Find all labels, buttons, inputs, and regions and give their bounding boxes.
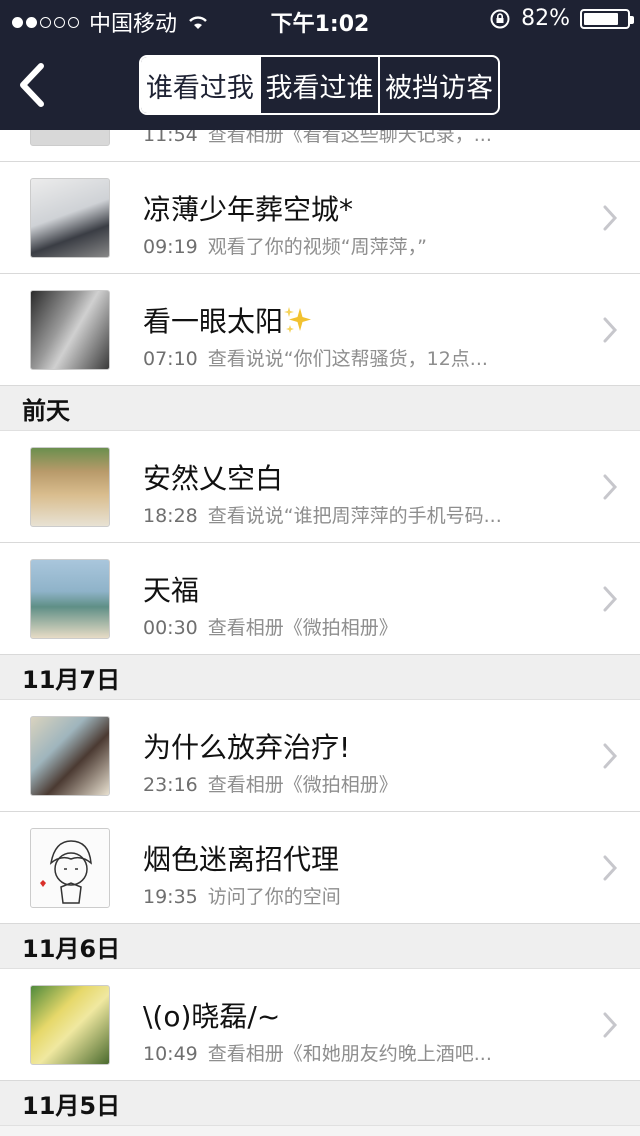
chevron-right-icon [603, 855, 618, 881]
visit-action: 查看相册《微拍相册》 [207, 617, 398, 639]
rotation-lock-icon [490, 9, 510, 28]
visit-detail: 00:30 查看相册《微拍相册》 [143, 613, 398, 640]
tab-who-i-viewed[interactable]: 我看过谁 [258, 57, 379, 113]
visitor-name: 为什么放弃治疗! [143, 731, 351, 764]
avatar [30, 447, 110, 527]
visit-time: 19:35 [143, 886, 198, 908]
visitor-name: \(o)晓磊/~ [143, 1000, 281, 1033]
visit-time: 00:30 [143, 617, 198, 639]
visitor-segmented-control: 谁看过我 我看过谁 被挡访客 [139, 55, 500, 115]
visitor-name: 看一眼太阳 [143, 300, 313, 340]
visit-detail: 23:16 查看相册《微拍相册》 [143, 770, 398, 797]
chevron-right-icon [603, 205, 618, 231]
battery-percent: 82% [521, 6, 570, 31]
visit-detail: 07:10 查看说说“你们这帮骚货，12点... [143, 344, 488, 371]
visit-detail: 10:49 查看相册《和她朋友约晚上酒吧... [143, 1039, 492, 1066]
list-item[interactable]: 看一眼太阳 07:10 查看说说“你们这帮骚货，12点... [0, 274, 640, 386]
visitor-name: 天福 [143, 574, 200, 607]
visit-action: 访问了你的空间 [207, 886, 341, 908]
chevron-left-icon [20, 63, 44, 107]
avatar [30, 985, 110, 1065]
tab-blocked-visitors[interactable]: 被挡访客 [378, 57, 498, 113]
visit-time: 18:28 [143, 505, 198, 527]
visit-detail: 18:28 查看说说“谁把周萍萍的手机号码... [143, 501, 502, 528]
avatar [30, 290, 110, 370]
list-item[interactable]: 11:54 查看相册《看看这些聊天记录，... [0, 130, 640, 162]
visit-time: 10:49 [143, 1043, 198, 1065]
battery-icon [580, 8, 634, 29]
visitor-name: 烟色迷离招代理 [143, 843, 340, 876]
nav-header: 中国移动 下午1:02 82% 谁看过我 我看过谁 被挡访客 [0, 0, 640, 130]
visitor-name: 安然乂空白 [143, 462, 284, 495]
list-item[interactable]: 安然乂空白 18:28 查看说说“谁把周萍萍的手机号码... [0, 431, 640, 543]
visit-detail: 09:19 观看了你的视频“周萍萍，” [143, 232, 427, 259]
cartoon-avatar-icon [40, 840, 92, 904]
avatar [30, 178, 110, 258]
chevron-right-icon [603, 317, 618, 343]
visit-action: 查看相册《和她朋友约晚上酒吧... [207, 1043, 492, 1065]
chevron-right-icon [603, 586, 618, 612]
date-section-header: 11月7日 [0, 655, 640, 700]
visit-time: 11:54 [143, 130, 198, 146]
visitor-name: 凉薄少年葬空城* [143, 193, 354, 226]
visit-detail: 11:54 查看相册《看看这些聊天记录，... [143, 130, 492, 147]
list-item[interactable]: 天福 00:30 查看相册《微拍相册》 [0, 543, 640, 655]
visit-action: 查看说说“你们这帮骚货，12点... [207, 348, 488, 370]
visit-action: 查看相册《看看这些聊天记录，... [207, 130, 492, 146]
visit-action: 观看了你的视频“周萍萍，” [207, 236, 427, 258]
avatar [30, 559, 110, 639]
avatar [30, 130, 110, 146]
chevron-right-icon [603, 474, 618, 500]
visit-detail: 19:35 访问了你的空间 [143, 882, 341, 909]
list-item[interactable]: 为什么放弃治疗! 23:16 查看相册《微拍相册》 [0, 700, 640, 812]
avatar [30, 716, 110, 796]
visitor-list: 11:54 查看相册《看看这些聊天记录，... 凉薄少年葬空城* 09:19 观看了… [0, 130, 640, 1126]
visit-time: 23:16 [143, 774, 198, 796]
list-item[interactable]: 凉薄少年葬空城* 09:19 观看了你的视频“周萍萍，” [0, 162, 640, 274]
date-section-header: 前天 [0, 386, 640, 431]
sparkles-icon [284, 307, 312, 333]
visit-time: 09:19 [143, 236, 198, 258]
visit-time: 07:10 [143, 348, 198, 370]
list-item[interactable]: \(o)晓磊/~ 10:49 查看相册《和她朋友约晚上酒吧... [0, 969, 640, 1081]
visit-action: 查看说说“谁把周萍萍的手机号码... [207, 505, 502, 527]
chevron-right-icon [603, 1012, 618, 1038]
chevron-right-icon [603, 743, 618, 769]
tab-who-viewed-me[interactable]: 谁看过我 [141, 57, 259, 113]
date-section-header: 11月6日 [0, 924, 640, 969]
visit-action: 查看相册《微拍相册》 [207, 774, 398, 796]
back-button[interactable] [12, 60, 52, 110]
status-bar: 中国移动 下午1:02 82% [0, 0, 640, 40]
date-section-header: 11月5日 [0, 1081, 640, 1126]
avatar [30, 828, 110, 908]
list-item[interactable]: 烟色迷离招代理 19:35 访问了你的空间 [0, 812, 640, 924]
